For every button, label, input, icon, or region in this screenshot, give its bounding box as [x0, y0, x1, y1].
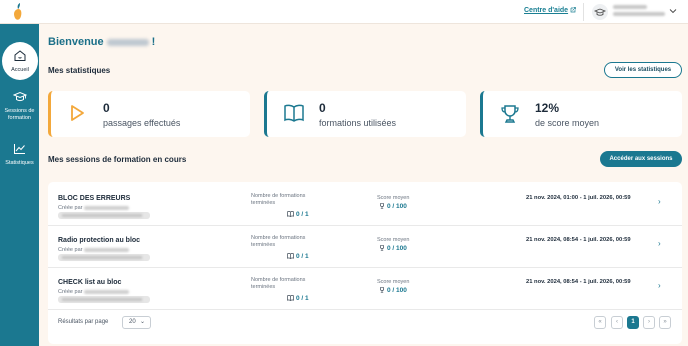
home-icon — [14, 50, 26, 61]
stat-value: 0 — [103, 101, 110, 115]
results-per-page-value: 20 — [129, 319, 136, 325]
session-org-blurred — [58, 296, 150, 303]
session-creator: Créée par — [58, 247, 130, 253]
formations-column-label: Nombre de formations terminées — [251, 277, 306, 290]
chevron-right-icon[interactable]: › — [658, 239, 661, 248]
book-icon — [287, 211, 294, 218]
chevron-down-icon[interactable] — [669, 8, 677, 14]
formations-column-label: Nombre de formations terminées — [251, 235, 306, 248]
score-column-label: Score moyen — [377, 237, 410, 243]
stat-card-formations: 0 formations utilisées — [264, 91, 466, 137]
sidebar-item-sessions[interactable]: Sessions de formation — [0, 90, 39, 122]
session-row[interactable]: CHECK list au bloc Créée par Nombre de f… — [48, 269, 682, 310]
page-title: Bienvenue! — [48, 36, 155, 48]
chevron-right-icon[interactable]: › — [658, 281, 661, 290]
user-avatar[interactable] — [592, 4, 608, 20]
chevron-right-icon[interactable]: › — [658, 197, 661, 206]
trophy-icon — [380, 287, 384, 294]
session-creator: Créée par — [58, 205, 130, 211]
session-org-blurred — [58, 212, 150, 219]
graduation-cap-icon — [12, 91, 27, 102]
welcome-prefix: Bienvenue — [48, 36, 104, 48]
book-icon — [284, 104, 304, 122]
session-title: CHECK list au bloc — [58, 279, 122, 286]
session-creator: Créée par — [58, 289, 130, 295]
chevron-down-icon: ⌄ — [139, 319, 145, 325]
welcome-suffix: ! — [151, 36, 156, 48]
stat-label: passages effectués — [103, 118, 181, 128]
session-title: Radio protection au bloc — [58, 237, 141, 244]
previous-page-button[interactable]: ‹ — [611, 316, 623, 329]
created-by-label: Créée par — [58, 289, 83, 295]
top-bar: Centre d'aide — [0, 0, 688, 24]
formations-column-label: Nombre de formations terminées — [251, 193, 306, 206]
formations-value: 0 / 1 — [287, 253, 309, 260]
session-row[interactable]: Radio protection au bloc Créée par Nombr… — [48, 227, 682, 268]
access-sessions-button[interactable]: Accéder aux sessions — [600, 151, 682, 167]
sidebar-item-label: Accueil — [11, 67, 29, 73]
formations-value: 0 / 1 — [287, 211, 309, 218]
stat-card-passages: 0 passages effectués — [48, 91, 250, 137]
user-info-blurred[interactable] — [613, 5, 665, 19]
score-column-label: Score moyen — [377, 195, 410, 201]
results-per-page-select[interactable]: 20 ⌄ — [122, 316, 151, 329]
sidebar-item-accueil[interactable]: Accueil — [2, 42, 38, 80]
play-icon — [71, 105, 84, 121]
first-page-button[interactable]: « — [594, 316, 606, 329]
page-button-current[interactable]: 1 — [627, 316, 639, 329]
session-dates: 21 nov. 2024, 08:54 - 1 juil. 2026, 00:5… — [526, 279, 631, 285]
session-dates: 21 nov. 2024, 08:54 - 1 juil. 2026, 00:5… — [526, 237, 631, 243]
book-icon — [287, 295, 294, 302]
book-icon — [287, 253, 294, 260]
external-link-icon — [570, 7, 576, 13]
stat-label: de score moyen — [535, 118, 600, 128]
trophy-icon — [380, 203, 384, 210]
header-divider — [583, 3, 584, 21]
session-dates: 21 nov. 2024, 01:00 - 1 juil. 2026, 00:5… — [526, 195, 631, 201]
created-by-label: Créée par — [58, 247, 83, 253]
stat-value: 0 — [319, 101, 326, 115]
sidebar: Accueil Sessions de formation Statistiqu… — [0, 24, 39, 346]
next-page-button[interactable]: › — [643, 316, 655, 329]
score-value: 0 / 100 — [379, 203, 407, 210]
trophy-icon — [501, 105, 519, 123]
help-center-link[interactable]: Centre d'aide — [524, 7, 568, 14]
last-page-button[interactable]: » — [659, 316, 671, 329]
stat-card-score: 12% de score moyen — [480, 91, 682, 137]
sidebar-item-label: Statistiques — [5, 160, 34, 166]
view-stats-button[interactable]: Voir les statistiques — [604, 62, 682, 78]
graduation-cap-icon — [593, 8, 607, 16]
formations-value: 0 / 1 — [287, 295, 309, 302]
results-per-page-label: Résultats par page — [58, 319, 109, 325]
score-value: 0 / 100 — [379, 245, 407, 252]
user-name-blurred — [106, 38, 149, 46]
sidebar-item-label: Sessions de formation — [4, 108, 35, 121]
stats-section-title: Mes statistiques — [48, 66, 111, 75]
created-by-label: Créée par — [58, 205, 83, 211]
logo-icon[interactable] — [11, 3, 25, 21]
sessions-section-title: Mes sessions de formation en cours — [48, 155, 187, 164]
score-column-label: Score moyen — [377, 279, 410, 285]
session-row[interactable]: BLOC DES ERREURS Créée par Nombre de for… — [48, 185, 682, 226]
session-org-blurred — [58, 254, 150, 261]
stat-value: 12% — [535, 101, 560, 115]
score-value: 0 / 100 — [379, 287, 407, 294]
sidebar-item-statistiques[interactable]: Statistiques — [0, 142, 39, 167]
session-title: BLOC DES ERREURS — [58, 195, 131, 202]
trophy-icon — [380, 245, 384, 252]
stat-label: formations utilisées — [319, 118, 397, 128]
chart-icon — [14, 144, 25, 154]
